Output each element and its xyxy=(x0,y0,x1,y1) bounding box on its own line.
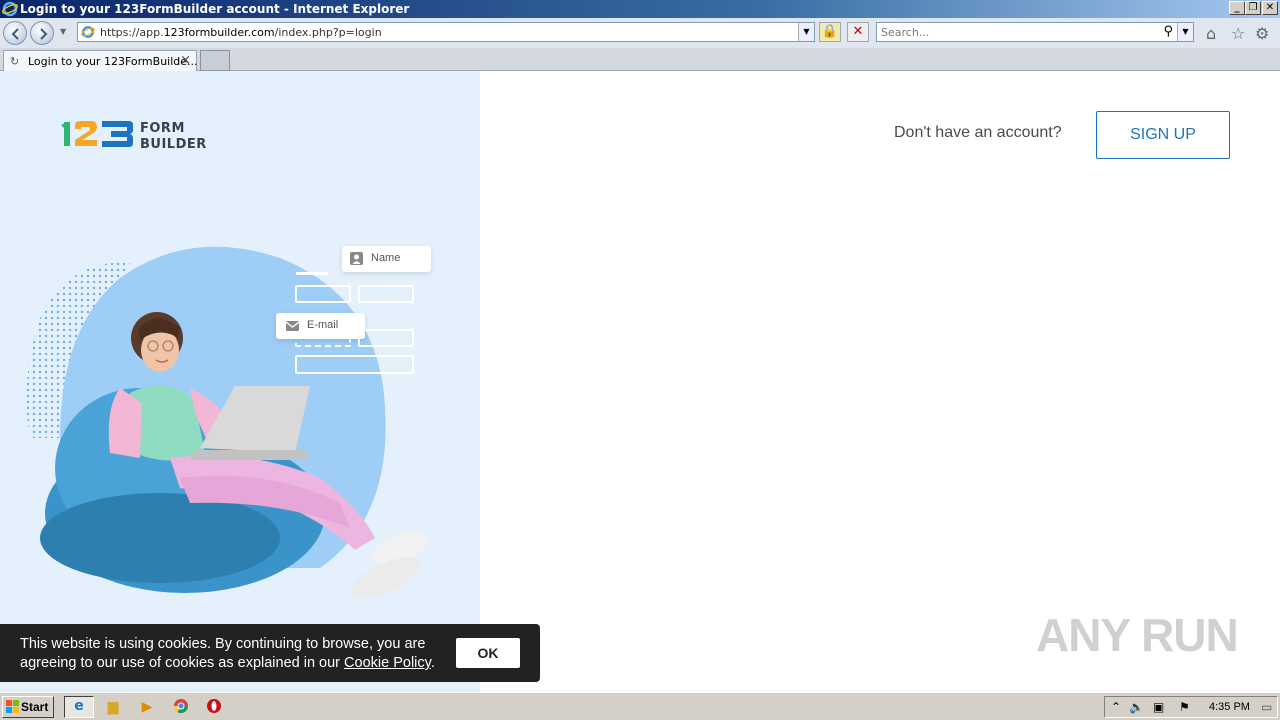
restore-button[interactable]: ❐ xyxy=(1245,1,1261,15)
taskbar: Start e ▆ ▶ ⌃ 🔈 ▣ ⚑ 4:35 PM ▭ xyxy=(0,692,1280,720)
history-dropdown-icon[interactable]: ▼ xyxy=(60,27,66,36)
action-center-flag-icon[interactable]: ⚑ xyxy=(1179,700,1190,714)
no-account-text: Don't have an account? xyxy=(894,124,1062,141)
logo-text: FORM BUILDER xyxy=(140,121,207,153)
decor-input-box xyxy=(295,339,351,347)
internet-explorer-icon xyxy=(2,1,18,17)
volume-icon[interactable]: 🔈 xyxy=(1129,700,1144,714)
loading-spinner-icon: ↻ xyxy=(10,55,20,68)
start-button[interactable]: Start xyxy=(2,696,54,718)
email-field-card: E-mail xyxy=(276,313,365,339)
decor-line xyxy=(296,272,328,275)
logo-line-form: FORM xyxy=(140,121,185,136)
show-desktop-icon[interactable]: ▭ xyxy=(1261,700,1272,714)
decor-input-box xyxy=(295,355,414,374)
search-icon[interactable]: ⚲ xyxy=(1163,24,1173,39)
security-lock-button[interactable]: 🔒 xyxy=(819,22,841,42)
logo-line-builder: BUILDER xyxy=(140,137,207,152)
windows-flag-icon xyxy=(6,700,19,713)
name-field-label: Name xyxy=(371,252,401,264)
new-tab-button[interactable] xyxy=(200,50,230,71)
explorer-folder-icon[interactable]: ▆ xyxy=(104,698,122,716)
stop-button[interactable]: ✕ xyxy=(847,22,869,42)
logo-123-icon xyxy=(61,121,133,147)
cookie-ok-button[interactable]: OK xyxy=(456,638,520,668)
back-button[interactable] xyxy=(3,21,27,45)
mail-icon xyxy=(286,321,299,331)
ie-icon: e xyxy=(74,698,84,714)
tray-expand-icon[interactable]: ⌃ xyxy=(1111,700,1121,714)
window-titlebar: Login to your 123FormBuilder account - I… xyxy=(0,0,1280,18)
clock[interactable]: 4:35 PM xyxy=(1209,701,1250,713)
cookie-policy-link[interactable]: Cookie Policy xyxy=(344,655,431,671)
tools-gear-icon[interactable]: ⚙ xyxy=(1255,24,1269,43)
home-icon[interactable]: ⌂ xyxy=(1206,24,1216,43)
opera-icon[interactable] xyxy=(205,698,223,716)
address-bar[interactable]: https://app.123formbuilder.com/index.php… xyxy=(77,22,815,42)
decor-input-box xyxy=(295,285,351,303)
chrome-icon[interactable] xyxy=(172,698,190,716)
tab-login[interactable]: ↻ Login to your 123FormBuilde... × xyxy=(3,50,198,71)
tab-bar: ↻ Login to your 123FormBuilde... × xyxy=(0,48,1280,71)
back-arrow-icon xyxy=(11,28,19,40)
anyrun-watermark: ANY RUN xyxy=(1036,609,1239,661)
favorites-star-icon[interactable]: ☆ xyxy=(1231,24,1245,43)
decor-input-box xyxy=(358,285,414,303)
name-field-card: Name xyxy=(342,246,431,272)
system-tray: ⌃ 🔈 ▣ ⚑ 4:35 PM ▭ xyxy=(1104,696,1278,718)
search-dropdown-button[interactable]: ▼ xyxy=(1177,23,1193,41)
sign-up-button[interactable]: SIGN UP xyxy=(1096,111,1230,159)
tab-label: Login to your 123FormBuilde... xyxy=(28,55,198,68)
search-placeholder: Search... xyxy=(881,26,930,39)
window-title: Login to your 123FormBuilder account - I… xyxy=(20,2,410,16)
search-box[interactable]: Search... ⚲ ▼ xyxy=(876,22,1194,42)
navigation-bar: ▼ https://app.123formbuilder.com/index.p… xyxy=(0,18,1280,48)
taskbar-ie-button[interactable]: e xyxy=(64,696,94,718)
media-player-icon[interactable]: ▶ xyxy=(138,698,156,716)
page-ie-icon xyxy=(81,26,95,38)
stop-icon: ✕ xyxy=(852,24,864,39)
minimize-button[interactable]: _ xyxy=(1229,1,1245,15)
user-icon xyxy=(350,252,363,265)
close-window-button[interactable]: ✕ xyxy=(1262,1,1278,15)
decor-input-box xyxy=(358,329,414,347)
address-url: https://app.123formbuilder.com/index.php… xyxy=(100,26,382,39)
tab-close-icon[interactable]: × xyxy=(180,53,191,68)
address-dropdown-button[interactable]: ▼ xyxy=(798,23,814,41)
forward-button[interactable] xyxy=(30,21,54,45)
forward-arrow-icon xyxy=(40,28,48,40)
email-field-label: E-mail xyxy=(307,319,339,331)
network-icon[interactable]: ▣ xyxy=(1153,700,1164,714)
cookie-message: This website is using cookies. By contin… xyxy=(20,636,435,671)
start-label: Start xyxy=(21,700,49,714)
right-login-panel xyxy=(480,71,1280,692)
cookie-banner: This website is using cookies. By contin… xyxy=(0,624,540,682)
lock-icon: 🔒 xyxy=(821,24,839,39)
